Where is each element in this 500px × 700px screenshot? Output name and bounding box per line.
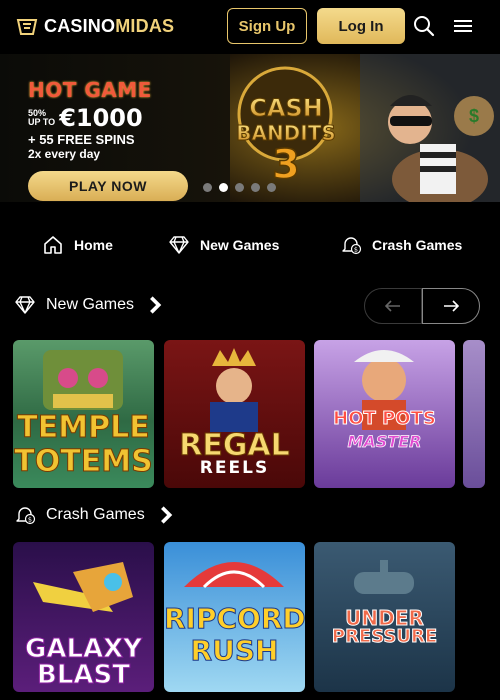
home-icon — [44, 236, 62, 254]
logo-accent: MIDAS — [115, 16, 175, 36]
game-title-line2: MASTER — [347, 432, 422, 452]
offer-frequency: 2x every day — [28, 147, 101, 161]
offer-amount: €1000 — [59, 104, 143, 132]
game-card-hot-pots-master[interactable]: HOT POTS MASTER — [314, 340, 455, 488]
tab-crash-games-label: Crash Games — [372, 237, 463, 253]
new-games-title: New Games — [46, 296, 135, 313]
game-card-regal-reels[interactable]: REGAL REELS — [164, 340, 305, 488]
carousel-dots — [203, 183, 276, 192]
carousel-dot[interactable] — [235, 183, 244, 192]
hot-game-title: HOT GAME — [28, 78, 152, 102]
game-card-under-pressure[interactable]: UNDER PRESSURE — [314, 542, 455, 692]
offer-percent-block: 50% UP TO — [28, 109, 55, 127]
game-title-line1: RIPCORD — [164, 602, 305, 636]
arrow-right-icon — [444, 300, 459, 312]
prev-button[interactable] — [364, 288, 422, 324]
svg-text:$: $ — [28, 516, 32, 524]
game-card-galaxy-blast[interactable]: GALAXY BLAST — [13, 542, 154, 692]
svg-text:$: $ — [354, 246, 358, 254]
carousel-dot[interactable] — [267, 183, 276, 192]
offer-spins: + 55 FREE SPINS — [28, 132, 135, 147]
carousel-dot[interactable] — [251, 183, 260, 192]
game-card-ripcord-rush[interactable]: RIPCORD RUSH — [164, 542, 305, 692]
carousel-dot[interactable] — [203, 183, 212, 192]
category-tabs: Home New Games $ Crash Games — [0, 228, 500, 262]
menu-icon[interactable] — [451, 14, 475, 38]
tab-home[interactable]: Home — [42, 234, 113, 256]
game-title-line1: HOT POTS — [333, 408, 437, 430]
game-card-partial[interactable] — [463, 340, 485, 488]
game-title-line2: REELS — [199, 458, 270, 478]
game-title-line2: BLAST — [37, 660, 131, 691]
chevron-right-icon — [150, 296, 162, 314]
logo-prefix: CASINO — [44, 16, 116, 36]
carousel-dot-active[interactable] — [219, 183, 228, 192]
next-button[interactable] — [422, 288, 480, 324]
game-title-line2: PRESSURE — [331, 626, 438, 648]
sign-up-button[interactable]: Sign Up — [227, 8, 307, 44]
header: CASINOMIDAS Sign Up Log In — [0, 0, 500, 54]
bell-icon: $ — [16, 507, 36, 525]
crash-games-heading[interactable]: $ Crash Games — [14, 504, 177, 526]
promo-text: HOT GAME 50% UP TO €1000 + 55 FREE SPINS… — [28, 78, 188, 201]
offer-row: 50% UP TO €1000 — [28, 104, 188, 132]
bell-icon: $ — [342, 237, 362, 255]
featured-game-number: 3 — [272, 142, 300, 188]
diamond-icon — [169, 236, 189, 254]
svg-text:$: $ — [469, 106, 479, 126]
game-card-temple-totems[interactable]: TEMPLE TOTEMS — [13, 340, 154, 488]
featured-game-line1: CASH — [249, 94, 323, 122]
log-in-button[interactable]: Log In — [317, 8, 405, 44]
chevron-right-icon — [160, 506, 172, 524]
tab-new-games[interactable]: New Games — [168, 234, 279, 256]
tab-new-games-label: New Games — [200, 237, 280, 253]
game-title-line1: TEMPLE — [17, 410, 150, 446]
carousel-pager — [364, 288, 480, 324]
tab-crash-games[interactable]: $ Crash Games — [340, 234, 462, 256]
crash-games-title: Crash Games — [46, 506, 145, 523]
logo-icon — [16, 18, 38, 35]
arrow-left-icon — [385, 300, 400, 312]
offer-upto: UP TO — [28, 117, 56, 127]
logo-text: CASINOMIDAS — [44, 16, 174, 37]
search-icon[interactable] — [412, 14, 436, 38]
new-games-heading[interactable]: New Games — [14, 294, 166, 316]
play-now-button[interactable]: PLAY NOW — [28, 171, 188, 201]
game-title-line2: TOTEMS — [14, 444, 153, 480]
diamond-icon — [15, 296, 35, 314]
game-title-line2: RUSH — [190, 634, 279, 668]
logo[interactable]: CASINOMIDAS — [16, 16, 174, 37]
cash-bandits-artwork: CASH BANDITS 3 $ — [230, 54, 500, 202]
promo-banner[interactable]: HOT GAME 50% UP TO €1000 + 55 FREE SPINS… — [0, 54, 500, 202]
tab-home-label: Home — [74, 237, 113, 253]
